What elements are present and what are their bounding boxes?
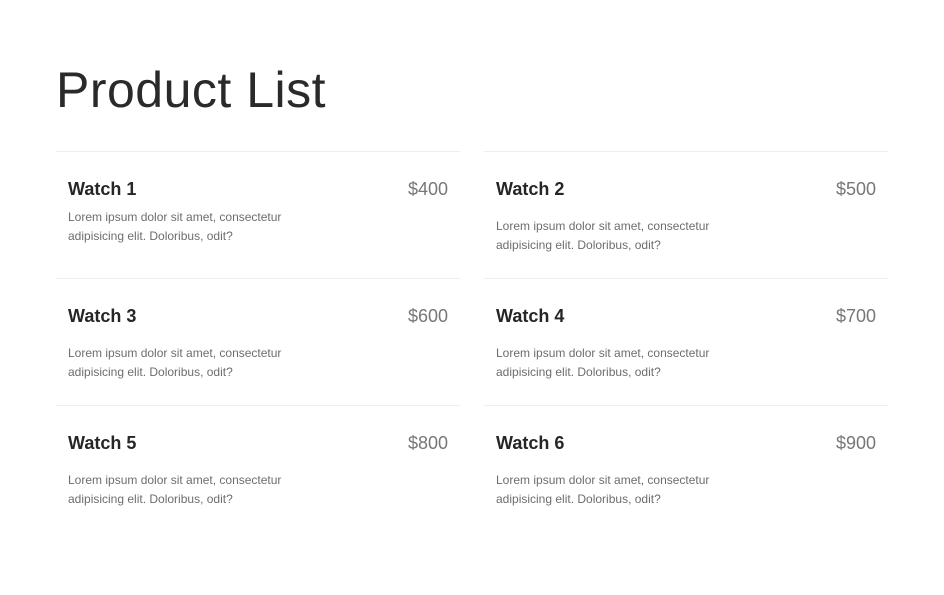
product-price: $500 [835, 179, 876, 199]
product-card[interactable]: Watch 5 $800 Lorem ipsum dolor sit amet,… [56, 405, 460, 532]
product-card[interactable]: Watch 2 $500 Lorem ipsum dolor sit amet,… [484, 151, 888, 278]
product-price: $600 [407, 306, 448, 326]
product-description: Lorem ipsum dolor sit amet, consectetur … [68, 346, 282, 379]
product-price: $400 [407, 179, 448, 199]
product-name: Watch 4 [496, 306, 565, 326]
product-header: Watch 6 $900 [496, 433, 876, 454]
product-grid: Watch 1 $400 Lorem ipsum dolor sit amet,… [56, 151, 888, 532]
product-header: Watch 1 $400 [68, 179, 448, 200]
product-description: Lorem ipsum dolor sit amet, consectetur … [496, 219, 710, 252]
product-name: Watch 6 [496, 433, 565, 453]
product-card[interactable]: Watch 3 $600 Lorem ipsum dolor sit amet,… [56, 278, 460, 405]
product-price: $700 [835, 306, 876, 326]
product-header: Watch 5 $800 [68, 433, 448, 454]
product-name: Watch 5 [68, 433, 137, 453]
product-name: Watch 1 [68, 179, 137, 199]
product-price: $900 [835, 433, 876, 453]
product-header: Watch 3 $600 [68, 306, 448, 327]
page-title: Product List [56, 62, 327, 118]
product-header: Watch 2 $500 [496, 179, 876, 200]
product-card[interactable]: Watch 4 $700 Lorem ipsum dolor sit amet,… [484, 278, 888, 405]
product-name: Watch 2 [496, 179, 565, 199]
product-card[interactable]: Watch 1 $400 Lorem ipsum dolor sit amet,… [56, 151, 460, 278]
product-header: Watch 4 $700 [496, 306, 876, 327]
product-description: Lorem ipsum dolor sit amet, consectetur … [68, 210, 282, 243]
product-price: $800 [407, 433, 448, 453]
product-name: Watch 3 [68, 306, 137, 326]
product-description: Lorem ipsum dolor sit amet, consectetur … [496, 346, 710, 379]
product-description: Lorem ipsum dolor sit amet, consectetur … [68, 473, 282, 506]
product-description: Lorem ipsum dolor sit amet, consectetur … [496, 473, 710, 506]
product-card[interactable]: Watch 6 $900 Lorem ipsum dolor sit amet,… [484, 405, 888, 532]
